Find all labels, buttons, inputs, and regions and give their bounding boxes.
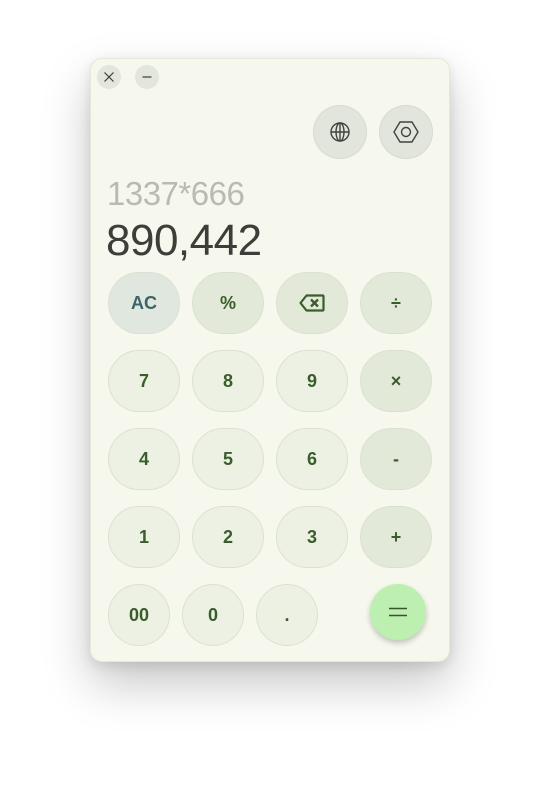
double-zero-button[interactable]: 00 (108, 584, 170, 646)
hexagon-settings-icon (393, 121, 419, 143)
plus-button[interactable]: + (360, 506, 432, 568)
backspace-button[interactable] (276, 272, 348, 334)
all-clear-button[interactable]: AC (108, 272, 180, 334)
percent-button[interactable]: % (192, 272, 264, 334)
digit-7-button[interactable]: 7 (108, 350, 180, 412)
language-button[interactable] (313, 105, 367, 159)
backspace-icon (299, 294, 325, 312)
multiply-button[interactable]: × (360, 350, 432, 412)
digit-2-button[interactable]: 2 (192, 506, 264, 568)
minus-button[interactable]: - (360, 428, 432, 490)
minimize-button[interactable] (135, 65, 159, 89)
equals-button[interactable] (370, 584, 426, 640)
close-button[interactable] (97, 65, 121, 89)
expression-display: 1337*666 (107, 175, 245, 212)
calculator-window: 1337*666 890,442 AC % ÷ 7 8 9 × 4 5 6 - … (90, 58, 450, 662)
equals-icon (389, 607, 407, 617)
digit-0-button[interactable]: 0 (182, 584, 244, 646)
digit-9-button[interactable]: 9 (276, 350, 348, 412)
settings-button[interactable] (379, 105, 433, 159)
decimal-button[interactable]: . (256, 584, 318, 646)
digit-8-button[interactable]: 8 (192, 350, 264, 412)
minimize-icon (142, 76, 152, 78)
digit-1-button[interactable]: 1 (108, 506, 180, 568)
globe-icon (330, 122, 350, 142)
close-icon (104, 72, 114, 82)
digit-6-button[interactable]: 6 (276, 428, 348, 490)
result-display: 890,442 (106, 216, 262, 265)
digit-3-button[interactable]: 3 (276, 506, 348, 568)
divide-button[interactable]: ÷ (360, 272, 432, 334)
digit-4-button[interactable]: 4 (108, 428, 180, 490)
digit-5-button[interactable]: 5 (192, 428, 264, 490)
